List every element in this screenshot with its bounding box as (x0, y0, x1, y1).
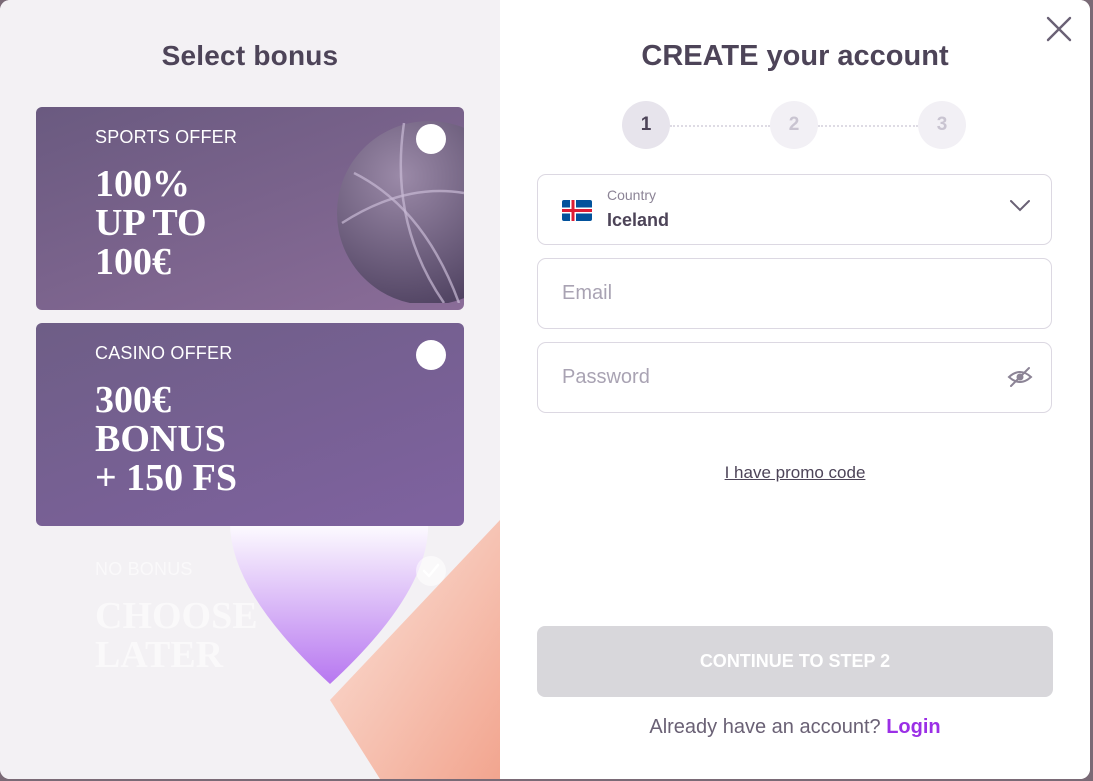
password-field-wrapper (537, 342, 1052, 413)
account-panel: CREATE your account 1 2 3 Country Icelan… (500, 0, 1090, 779)
bonus-panel: Select bonus SPORTS OFFER 100% UP TO 100… (0, 0, 500, 779)
offer-label: SPORTS OFFER (95, 127, 238, 147)
country-value: Iceland (607, 210, 670, 230)
offer-label: NO BONUS (95, 559, 193, 579)
continue-button[interactable]: CONTINUE TO STEP 2 (537, 626, 1053, 697)
offer-amount: CHOOSE LATER (95, 595, 258, 676)
promo-code-row: I have promo code (500, 463, 1090, 483)
iceland-flag-icon (562, 200, 592, 221)
email-input[interactable] (562, 259, 1002, 328)
eye-off-icon[interactable] (1007, 366, 1033, 388)
create-account-title: CREATE your account (641, 40, 949, 72)
step-indicator-2: 2 (770, 101, 818, 149)
offer-amount: 100% UP TO 100€ (95, 163, 207, 283)
promo-code-link[interactable]: I have promo code (725, 463, 866, 482)
step-indicator-1: 1 (622, 101, 670, 149)
checkmark-icon (422, 563, 440, 578)
casino-offer-radio[interactable] (416, 340, 446, 370)
casino-offer-card[interactable]: CASINO OFFER 300€ BONUS + 150 FS (36, 323, 464, 526)
offer-amount: 300€ BONUS + 150 FS (95, 379, 237, 499)
email-field-wrapper (537, 258, 1052, 329)
step-indicator-3: 3 (918, 101, 966, 149)
country-select[interactable]: Country Iceland (537, 174, 1052, 245)
login-link[interactable]: Login (886, 716, 940, 738)
offer-label: CASINO OFFER (95, 343, 233, 363)
select-bonus-title: Select bonus (161, 40, 339, 71)
step-divider (670, 125, 770, 127)
step-divider (818, 125, 918, 127)
country-label: Country (607, 187, 657, 203)
registration-modal: Select bonus SPORTS OFFER 100% UP TO 100… (0, 0, 1090, 779)
login-prompt-text: Already have an account? (649, 716, 881, 738)
sports-offer-radio[interactable] (416, 124, 446, 154)
no-bonus-radio[interactable] (416, 556, 446, 586)
chevron-down-icon (1010, 200, 1030, 212)
password-input[interactable] (562, 343, 1002, 412)
no-bonus-card[interactable]: NO BONUS CHOOSE LATER (36, 539, 464, 742)
sports-offer-card[interactable]: SPORTS OFFER 100% UP TO 100€ (36, 107, 464, 310)
login-prompt-row: Already have an account? Login (500, 716, 1090, 739)
